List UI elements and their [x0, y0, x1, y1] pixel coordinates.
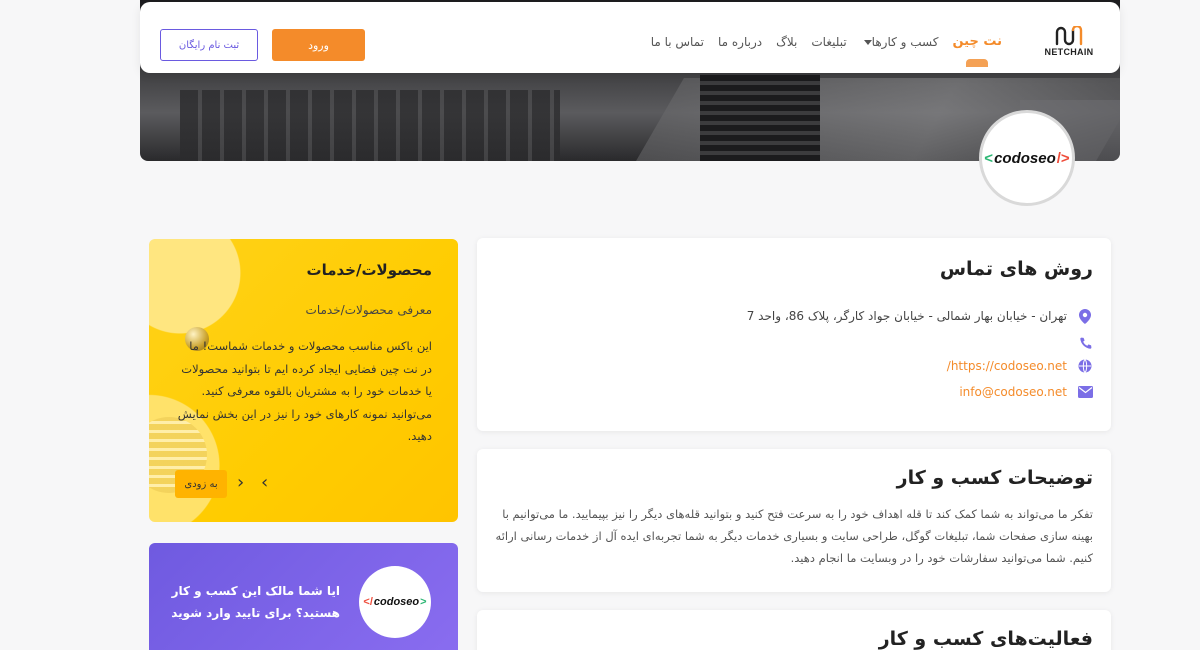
- carousel-next-arrow-icon[interactable]: ›: [261, 473, 268, 493]
- business-avatar: < codoseo/>: [979, 110, 1075, 206]
- site-logo[interactable]: NETCHAIN: [1038, 26, 1100, 57]
- codoseo-logo: < codoseo/>: [363, 596, 426, 608]
- activities-title: فعالیت‌های کسب و کار: [878, 628, 1093, 650]
- logo-prefix: <: [984, 149, 994, 167]
- caret-down-icon: [863, 39, 872, 45]
- description-title: توضیحات کسب و کار: [896, 467, 1093, 489]
- coming-soon-button[interactable]: به زودی: [175, 470, 227, 498]
- logo-name: codoseo: [373, 596, 420, 608]
- contact-title: روش های تماس: [939, 258, 1093, 280]
- globe-icon: [1077, 358, 1093, 374]
- logo-name: codoseo: [994, 149, 1056, 167]
- contact-card: روش های تماس تهران - خیابان بهار شمالی -…: [477, 238, 1111, 431]
- logo-prefix: <: [420, 596, 427, 608]
- claim-text: ایا شما مالک این کسب و کار هستید؟ برای ت…: [171, 584, 340, 620]
- contact-address: تهران - خیابان بهار شمالی - خیابان جواد …: [746, 309, 1067, 323]
- contact-phone-row: [1067, 335, 1093, 351]
- description-text: تفکر ما می‌تواند به شما کمک کند تا قله ا…: [495, 507, 1093, 565]
- contact-email-row: info@codoseo.net: [959, 384, 1093, 400]
- nav-item-blog[interactable]: بلاگ: [776, 35, 797, 49]
- netchain-logo-icon: [1055, 26, 1083, 46]
- carousel-prev-arrow-icon[interactable]: ‹: [237, 473, 244, 493]
- hero-decor: [700, 70, 820, 161]
- envelope-icon: [1077, 384, 1093, 400]
- codoseo-logo: < codoseo/>: [984, 150, 1069, 167]
- nav-item-contact[interactable]: تماس با ما: [651, 35, 704, 49]
- contact-email-link[interactable]: info@codoseo.net: [959, 385, 1067, 399]
- logo-text: NETCHAIN: [1044, 47, 1094, 57]
- products-subtitle: معرفی محصولات/خدمات: [305, 303, 432, 317]
- products-card: محصولات/خدمات معرفی محصولات/خدمات این با…: [149, 239, 458, 522]
- phone-icon: [1077, 335, 1093, 351]
- logo-suffix: />: [1056, 149, 1070, 167]
- hero-decor: [180, 90, 560, 161]
- business-activities-card: فعالیت‌های کسب و کار: [477, 610, 1111, 650]
- nav-item-label: کسب و کارها: [871, 34, 939, 49]
- products-body: این باکس مناسب محصولات و خدمات شماست! ما…: [177, 339, 432, 443]
- contact-website-row: https://codoseo.net/: [947, 358, 1093, 374]
- top-navbar: NETCHAIN نت چین کسب و کارها تبلیغات بلاگ…: [140, 2, 1120, 73]
- products-title: محصولات/خدمات: [306, 261, 432, 279]
- nav-item-about[interactable]: درباره ما: [718, 35, 762, 49]
- logo-suffix: />: [363, 596, 373, 608]
- contact-address-row: تهران - خیابان بهار شمالی - خیابان جواد …: [747, 308, 1093, 324]
- location-pin-icon: [1077, 308, 1093, 324]
- nav-item-businesses[interactable]: کسب و کارها: [861, 34, 939, 49]
- main-nav: نت چین کسب و کارها تبلیغات بلاگ درباره م…: [651, 34, 1002, 67]
- register-button[interactable]: ثبت نام رایگان: [160, 29, 258, 61]
- nav-item-netchain[interactable]: نت چین: [952, 34, 1002, 67]
- nav-item-ads[interactable]: تبلیغات: [811, 35, 846, 49]
- contact-website-link[interactable]: https://codoseo.net/: [947, 359, 1067, 373]
- business-description-card: توضیحات کسب و کار تفکر ما می‌تواند به شم…: [477, 449, 1111, 592]
- claim-logo-avatar: < codoseo/>: [359, 566, 431, 638]
- login-button[interactable]: ورود: [272, 29, 365, 61]
- claim-business-card[interactable]: < codoseo/> ایا شما مالک این کسب و کار هس…: [149, 543, 458, 650]
